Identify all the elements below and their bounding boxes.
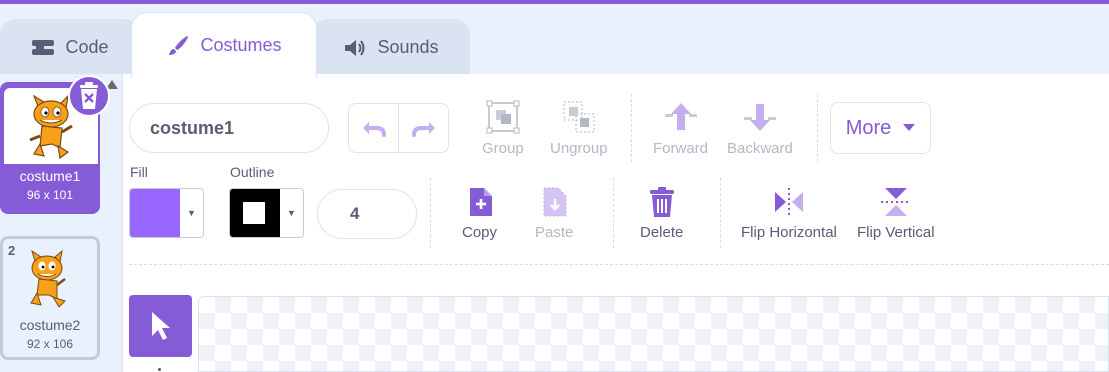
costume-name: costume2 (19, 317, 81, 333)
copy-label: Copy (462, 224, 498, 241)
toolbar-divider (129, 264, 1109, 265)
flip-vertical-label: Flip Vertical (857, 224, 935, 241)
flip-vertical-icon (880, 188, 911, 216)
divider (631, 94, 632, 162)
ungroup-label: Ungroup (550, 140, 608, 157)
delete-button[interactable]: Delete (640, 186, 683, 241)
caret-down-icon: ▼ (280, 189, 303, 237)
flip-horizontal-icon (774, 188, 803, 216)
group-icon (486, 100, 520, 134)
delete-costume-button[interactable] (68, 75, 110, 117)
redo-icon (411, 122, 435, 137)
cursor-arrow-icon (151, 312, 170, 340)
fill-color-picker[interactable]: ▼ (129, 188, 204, 238)
forward-button[interactable]: Forward (653, 100, 708, 157)
caret-down-icon: ▼ (180, 189, 203, 237)
divider (817, 94, 818, 162)
costume-size: 96 x 101 (26, 188, 74, 202)
fill-color-swatch (130, 189, 180, 237)
group-button[interactable]: Group (482, 100, 524, 157)
select-tool-button[interactable] (129, 295, 192, 357)
outline-color-swatch (230, 189, 280, 237)
costume-list-scrollbar[interactable] (104, 74, 122, 372)
flip-horizontal-label: Flip Horizontal (741, 224, 837, 241)
divider (720, 178, 721, 248)
copy-icon (469, 188, 492, 216)
outline-color-picker[interactable]: ▼ (229, 188, 304, 238)
paintbrush-icon (169, 35, 189, 55)
undo-redo-group (348, 103, 449, 153)
outline-width-input[interactable]: 4 (317, 189, 417, 239)
costume-size: 92 x 106 (26, 337, 74, 351)
trash-icon (649, 187, 674, 217)
forward-label: Forward (653, 140, 709, 157)
costume-number: 2 (8, 243, 16, 258)
tab-costumes[interactable]: Costumes (131, 12, 317, 78)
costume-name-input[interactable]: costume1 (129, 103, 329, 153)
flip-vertical-button[interactable]: Flip Vertical (857, 186, 935, 241)
divider (613, 178, 614, 248)
fill-label: Fill (130, 164, 148, 180)
costume-item-2[interactable]: 2 costume2 92 x 106 (0, 236, 100, 360)
costume-thumbnail (17, 249, 81, 311)
tab-code-label: Code (65, 37, 109, 57)
paste-button[interactable]: Paste (535, 186, 573, 241)
flip-horizontal-button[interactable]: Flip Horizontal (741, 186, 837, 241)
divider (430, 178, 431, 248)
code-blocks-icon (32, 39, 55, 55)
ungroup-button[interactable]: Ungroup (550, 100, 608, 157)
cat-sprite-icon (30, 249, 66, 308)
undo-button[interactable] (349, 104, 398, 152)
tool-label-fragment (158, 368, 161, 371)
forward-icon (664, 103, 697, 130)
delete-label: Delete (640, 224, 684, 241)
caret-down-icon (903, 124, 916, 131)
backward-icon (743, 104, 776, 131)
ungroup-icon (563, 101, 595, 133)
more-label: More (845, 116, 892, 139)
paste-label: Paste (535, 224, 574, 241)
costume-number: 1 (8, 93, 16, 108)
paste-icon (543, 187, 567, 217)
group-label: Group (482, 140, 524, 157)
undo-icon (362, 122, 386, 137)
backward-label: Backward (727, 140, 793, 157)
tab-sounds[interactable]: Sounds (312, 19, 470, 75)
editor-tabs: Code Sounds Costumes (0, 4, 1109, 78)
outline-label: Outline (230, 164, 275, 180)
more-dropdown-button[interactable]: More (830, 102, 931, 154)
tab-code[interactable]: Code (0, 19, 140, 75)
redo-button[interactable] (398, 104, 448, 152)
tab-costumes-label: Costumes (200, 35, 282, 55)
backward-button[interactable]: Backward (727, 100, 793, 157)
copy-button[interactable]: Copy (462, 186, 497, 241)
speaker-icon (345, 39, 365, 56)
costume-name: costume1 (19, 168, 81, 184)
drawing-canvas[interactable] (198, 296, 1109, 372)
tab-sounds-label: Sounds (377, 37, 439, 57)
trash-close-icon (80, 82, 98, 109)
